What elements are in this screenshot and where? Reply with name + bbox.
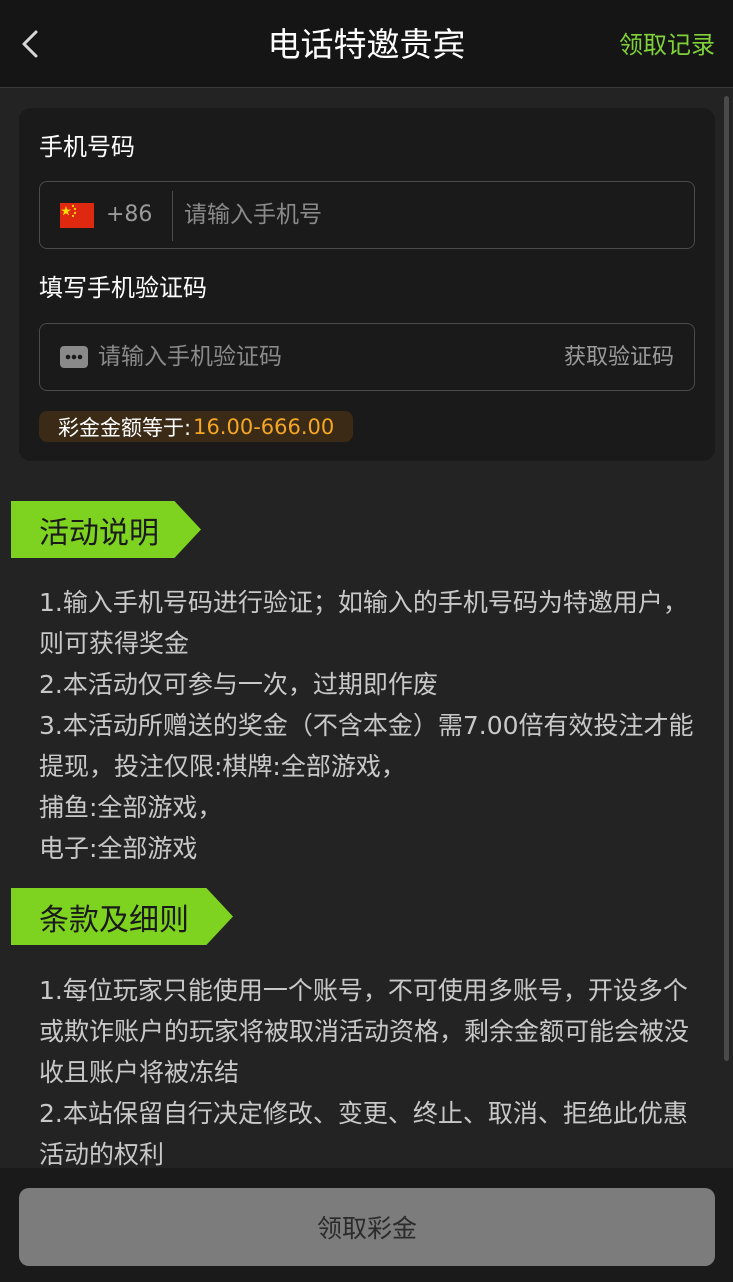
china-flag-icon	[60, 203, 94, 228]
activity-line: 2.本活动仅可参与一次，过期即作废	[39, 670, 438, 699]
activity-description: 1.输入手机号码进行验证；如输入的手机号码为特邀用户，则可获得奖金 2.本活动仅…	[39, 582, 699, 869]
activity-line: 捕鱼:全部游戏，	[39, 793, 223, 822]
footer-bar: 领取彩金	[0, 1168, 733, 1282]
activity-line: 3.本活动所赠送的奖金（不含本金）需7.00倍有效投注才能提现，投注仅限:棋牌:…	[39, 711, 694, 781]
bonus-value: 16.00-666.00	[193, 414, 335, 439]
phone-label: 手机号码	[39, 133, 135, 161]
verification-code-label: 填写手机验证码	[39, 274, 207, 302]
phone-field[interactable]: +86	[39, 181, 695, 249]
top-bar: 电话特邀贵宾 领取记录	[0, 0, 733, 88]
sms-icon	[60, 346, 88, 368]
verification-form-card: 手机号码 +86 填写手机验证码 获取验证码	[19, 108, 715, 461]
terms-section-title: 条款及细则	[11, 888, 233, 945]
terms-line: 2.本站保留自行决定修改、变更、终止、取消、拒绝此优惠活动的权利	[39, 1099, 688, 1169]
phone-input[interactable]	[184, 190, 674, 240]
scrollbar[interactable]	[724, 96, 729, 1061]
activity-line: 1.输入手机号码进行验证；如输入的手机号码为特邀用户，则可获得奖金	[39, 588, 688, 658]
get-code-button[interactable]: 获取验证码	[564, 341, 674, 375]
claim-bonus-button[interactable]: 领取彩金	[19, 1188, 715, 1266]
field-divider	[172, 191, 173, 241]
activity-section-title: 活动说明	[11, 501, 201, 558]
bonus-label: 彩金金额等于:	[58, 415, 192, 440]
terms-line: 1.每位玩家只能使用一个账号，不可使用多账号，开设多个或欺诈账户的玩家将被取消活…	[39, 976, 690, 1087]
claim-records-link[interactable]: 领取记录	[619, 27, 715, 63]
country-code-selector[interactable]: +86	[106, 198, 152, 232]
bonus-amount-badge: 彩金金额等于: 16.00-666.00	[39, 411, 354, 442]
verification-code-field[interactable]: 获取验证码	[39, 323, 695, 391]
terms-description: 1.每位玩家只能使用一个账号，不可使用多账号，开设多个或欺诈账户的玩家将被取消活…	[39, 970, 699, 1175]
activity-line: 电子:全部游戏	[39, 834, 198, 863]
verification-code-input[interactable]	[98, 332, 518, 382]
